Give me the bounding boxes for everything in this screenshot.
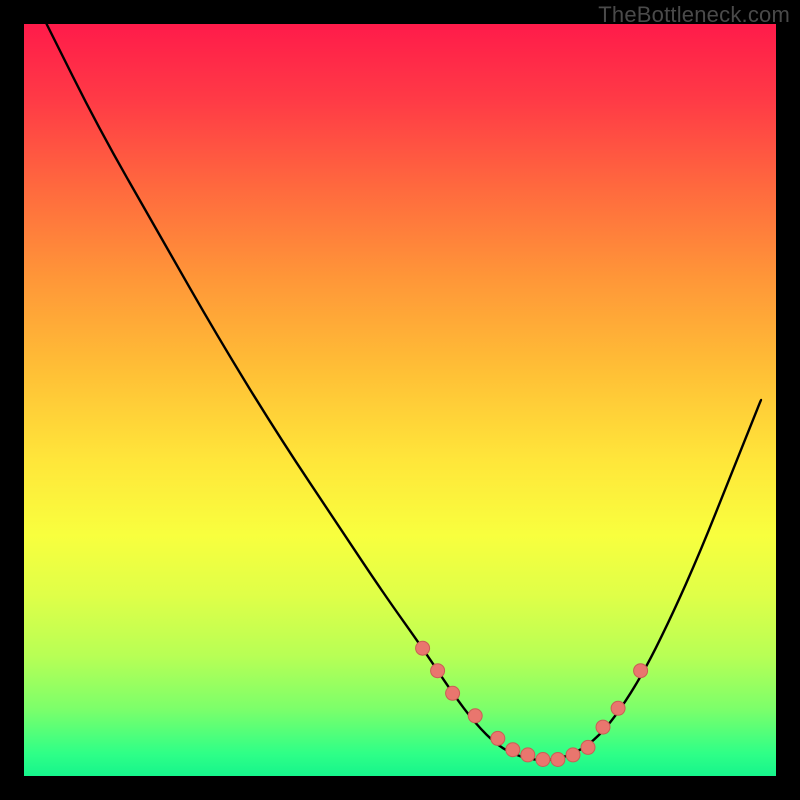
data-point bbox=[446, 686, 460, 700]
data-point bbox=[634, 664, 648, 678]
data-point bbox=[566, 748, 580, 762]
bottleneck-curve bbox=[47, 24, 761, 760]
data-point bbox=[536, 753, 550, 767]
watermark-label: TheBottleneck.com bbox=[598, 2, 790, 28]
data-point bbox=[506, 743, 520, 757]
data-point bbox=[416, 641, 430, 655]
data-point bbox=[521, 748, 535, 762]
data-point bbox=[468, 709, 482, 723]
data-point bbox=[491, 731, 505, 745]
dot-layer bbox=[416, 641, 648, 766]
data-point bbox=[596, 720, 610, 734]
data-point bbox=[581, 740, 595, 754]
heatmap-gradient-panel bbox=[24, 24, 776, 776]
data-point bbox=[611, 701, 625, 715]
data-point bbox=[551, 753, 565, 767]
chart-overlay bbox=[24, 24, 776, 776]
data-point bbox=[431, 664, 445, 678]
